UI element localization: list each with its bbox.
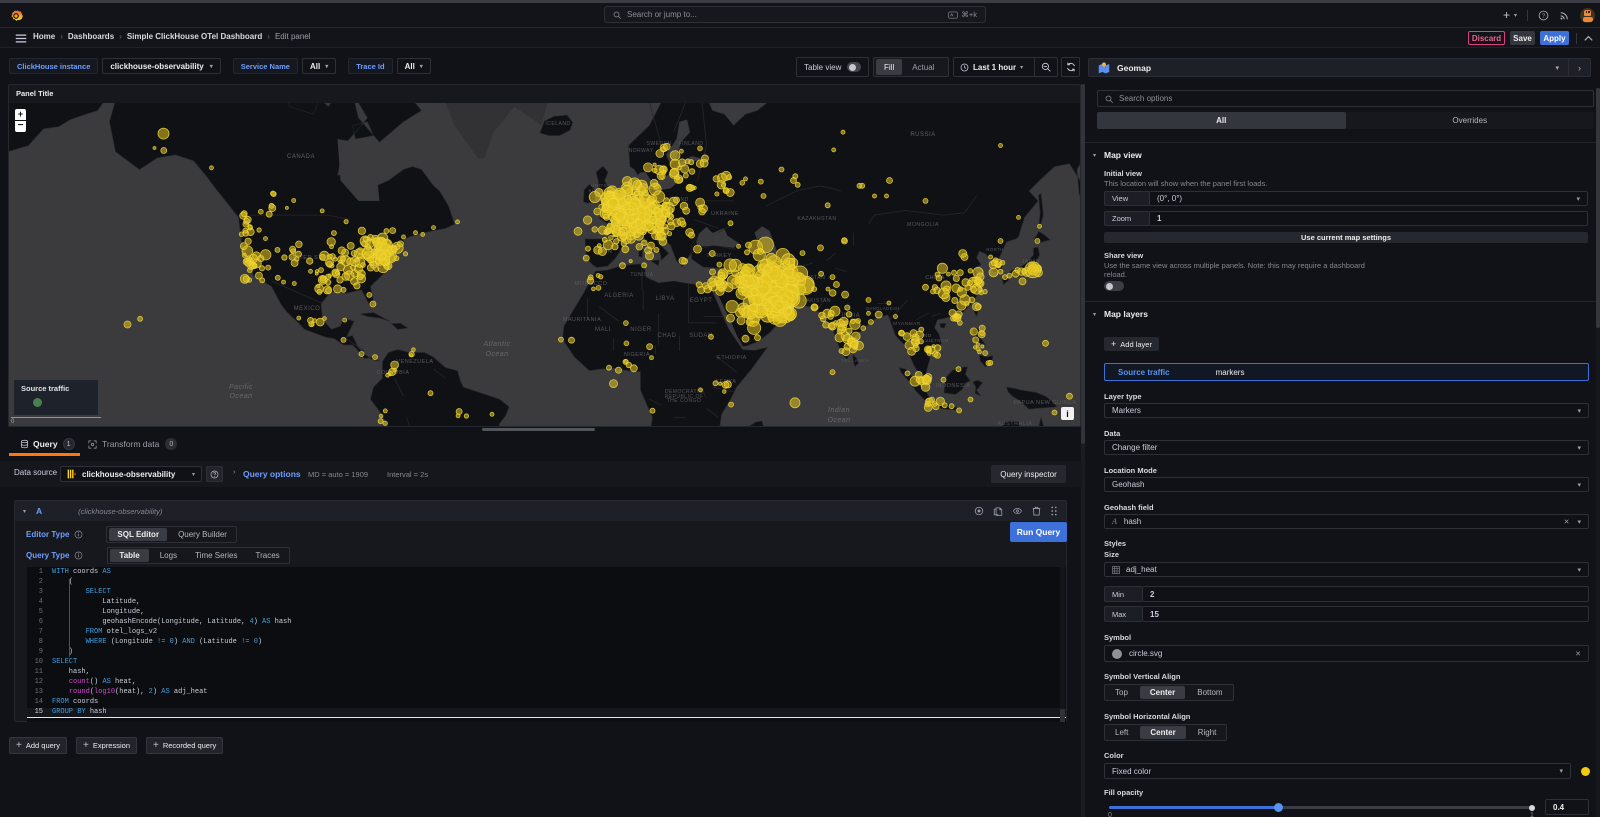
svg-text:Atlantic: Atlantic [483,341,511,348]
svg-text:Pacific: Pacific [229,384,253,391]
svg-text:UKRAINE: UKRAINE [711,211,739,217]
svg-text:SRI LANKA: SRI LANKA [841,358,869,363]
svg-text:TUNISIA: TUNISIA [630,272,653,278]
svg-text:ALGERIA: ALGERIA [604,293,634,299]
svg-text:Indian: Indian [828,407,850,414]
svg-text:NORTH: NORTH [986,247,1003,252]
svg-text:NORWAY: NORWAY [629,148,654,154]
svg-text:RUSSIA: RUSSIA [910,132,935,138]
svg-text:CANADA: CANADA [287,154,315,160]
svg-text:MONGOLIA: MONGOLIA [907,222,939,228]
svg-text:BANGLADESH: BANGLADESH [866,306,900,311]
svg-text:Ocean: Ocean [485,351,508,358]
svg-text:KAZAKHSTAN: KAZAKHSTAN [797,216,836,222]
svg-text:AUSTRALIA: AUSTRALIA [997,421,1032,426]
svg-text:MEXICO: MEXICO [294,306,321,312]
svg-text:?: ? [1542,13,1546,19]
svg-text:Ocean: Ocean [827,417,850,424]
svg-text:NIGER: NIGER [630,327,652,333]
svg-text:PAKISTAN: PAKISTAN [803,298,831,304]
svg-text:ICELAND: ICELAND [545,121,570,127]
svg-text:ETHIOPIA: ETHIOPIA [717,355,747,361]
svg-text:VIETNAM: VIETNAM [925,338,949,343]
svg-text:MAURITANIA: MAURITANIA [563,317,602,323]
svg-text:PAPUA NEW GUINEA: PAPUA NEW GUINEA [1014,400,1077,406]
svg-text:MALI: MALI [595,327,611,333]
svg-text:LIBYA: LIBYA [655,296,674,302]
svg-text:CHAD: CHAD [657,333,676,339]
svg-text:NIGERIA: NIGERIA [624,352,650,358]
svg-text:THE CONGO: THE CONGO [667,398,702,404]
svg-text:Ocean: Ocean [229,393,252,400]
svg-text:VENEZUELA: VENEZUELA [396,359,433,365]
svg-text:EGYPT: EGYPT [690,298,713,304]
svg-text:MYANMAR: MYANMAR [893,321,921,327]
svg-text:INDONESIA: INDONESIA [936,383,971,389]
